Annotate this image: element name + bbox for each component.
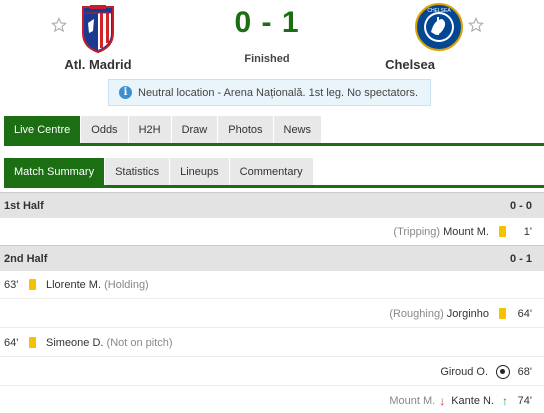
event-row: 64' Simeone D. (Not on pitch) [0,329,544,357]
match-header: CHELSEA Atl. Madrid Chelsea 0 - 1 Finish… [0,0,544,106]
chelsea-crest-icon[interactable]: CHELSEA [414,2,464,52]
yellow-card-icon [29,337,36,348]
event-row: (Roughing) Jorginho 64' [0,300,544,328]
tab-draw[interactable]: Draw [171,116,219,143]
first-half-label: 1st Half [4,199,44,212]
first-half-score: 0 - 0 [509,199,532,212]
goal-ball-icon [496,364,510,379]
event-player[interactable]: Simeone D. [46,337,103,349]
event-row: Giroud O. 68' [0,358,544,386]
event-row: (Tripping) Mount M. 1' [0,218,544,246]
home-team-name[interactable]: Atl. Madrid [38,57,158,72]
tab-match-summary[interactable]: Match Summary [4,158,106,185]
event-player[interactable]: Mount M. [443,226,489,238]
event-row: 63' Llorente M. (Holding) [0,271,544,299]
event-minute: 1' [523,225,532,238]
event-note: (Roughing) [389,307,444,320]
event-minute: 63' [4,278,19,291]
arrow-down-icon: ↓ [439,394,446,408]
event-note: (Holding) [104,278,149,291]
tab-lineups[interactable]: Lineups [170,158,230,185]
second-half-header: 2nd Half 0 - 1 [0,245,544,271]
match-info-text: Neutral location - Arena Națională. 1st … [138,86,419,99]
favorite-star-icon[interactable] [51,17,67,33]
yellow-card-icon [499,308,506,319]
event-minute: 64' [4,336,19,349]
away-team-name[interactable]: Chelsea [350,57,470,72]
match-info-box: i Neutral location - Arena Națională. 1s… [108,79,431,106]
event-note: (Tripping) [393,225,441,238]
svg-text:CHELSEA: CHELSEA [427,8,451,14]
event-player[interactable]: Giroud O. [440,366,488,378]
second-half-label: 2nd Half [4,252,48,265]
tab-live-centre[interactable]: Live Centre [4,116,82,143]
tab-h2h[interactable]: H2H [128,116,172,143]
event-note: (Not on pitch) [106,336,173,349]
tab-photos[interactable]: Photos [218,116,274,143]
arrow-up-icon: ↑ [502,394,508,408]
match-status: Finished [244,53,290,65]
event-minute: 64' [517,307,532,320]
tab-news[interactable]: News [273,116,323,143]
event-minute: 68' [517,365,532,378]
subtab-underline [4,185,544,188]
substitution-in-player[interactable]: Kante N. [451,395,494,407]
tab-underline [4,143,544,146]
event-player[interactable]: Llorente M. [46,279,101,291]
yellow-card-icon [499,226,506,237]
main-tabs: Live Centre Odds H2H Draw Photos News [4,116,323,143]
second-half-score: 0 - 1 [509,252,532,265]
sub-tabs: Match Summary Statistics Lineups Comment… [4,158,314,185]
event-player[interactable]: Jorginho [447,308,489,320]
first-half-header: 1st Half 0 - 0 [0,192,544,218]
tab-odds[interactable]: Odds [81,116,129,143]
favorite-star-icon[interactable] [468,17,484,33]
event-minute: 74' [517,395,532,407]
atletico-madrid-crest-icon[interactable] [80,3,116,53]
tab-commentary[interactable]: Commentary [229,158,314,185]
substitution-out-player[interactable]: Mount M. [389,395,435,407]
tab-statistics[interactable]: Statistics [105,158,171,185]
yellow-card-icon [29,279,36,290]
event-row: Mount M. ↓ Kante N. ↑ 74' [0,387,544,413]
match-score: 0 - 1 [234,6,300,39]
info-icon: i [119,86,132,99]
